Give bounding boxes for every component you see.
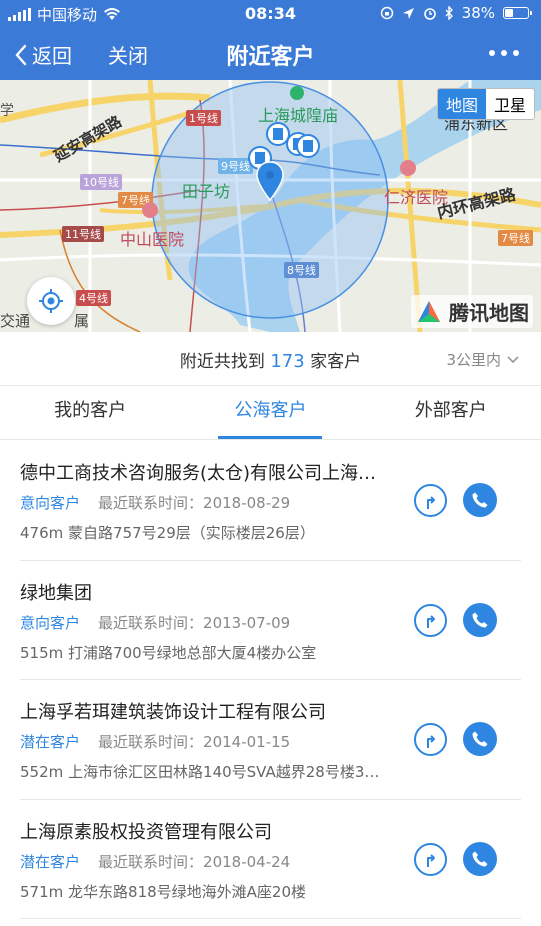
more-icon[interactable] [489,50,519,56]
back-label: 返回 [32,44,72,68]
customer-distance: 476m [20,524,64,542]
tencent-map-logo-icon [418,300,440,322]
customer-tag: 潜在客户 [20,852,81,871]
map-label-traffic: 交通 [0,312,31,330]
customer-distance: 571m [20,882,64,901]
back-button[interactable]: 返回 [14,40,72,69]
metro-badge: 10号线 [80,174,122,190]
call-button[interactable] [463,722,497,756]
list-item[interactable]: 绿地集团 意向客户 最近联系时间：2013-07-09 515m 打浦路700号绿… [20,561,521,680]
list-item[interactable]: 上海原素股权投资管理有限公司 潜在客户 最近联系时间：2018-04-24 571… [20,800,521,919]
customer-address: 上海市徐汇区田林路140号SVA越界28号楼3… [68,763,380,781]
directions-icon [426,495,435,509]
tencent-map-logo: 腾讯地图 [411,295,533,328]
list-item[interactable]: 上海孚若珥建筑装饰设计工程有限公司 潜在客户 最近联系时间：2014-01-15 … [20,680,521,800]
map-type-satellite[interactable]: 卫星 [486,89,534,119]
metro-badge: 7号线 [498,230,533,246]
app: 中国移动 08:34 38% 返回 关闭 附近客户 学 延安高架路 1号线 9号… [0,0,541,926]
phone-icon [472,612,488,627]
building-marker-icon [296,134,320,158]
map-label-zhongshan-hospital: 中山医院 [120,230,185,249]
hospital-icon [142,202,158,218]
battery-icon [503,7,532,19]
call-button[interactable] [463,483,497,517]
range-label: 3公里内 [446,351,501,369]
map-label-tianzifang: 田子坊 [182,182,231,201]
directions-icon [426,734,435,748]
call-button[interactable] [463,841,497,876]
list-item[interactable]: 德中工商技术咨询服务(太仓)有限公司上海… 意向客户 最近联系时间：2018-08… [20,441,521,561]
contact-date: 2018-04-24 [203,852,291,871]
tab-my-customers[interactable]: 我的客户 [0,386,180,439]
location-pin-icon [256,161,284,202]
call-button[interactable] [463,602,497,637]
customer-distance: 515m [20,643,64,662]
metro-badge: 8号线 [284,262,319,278]
metro-badge: 1号线 [186,110,221,126]
customer-name: 上海原素股权投资管理有限公司 [20,821,272,843]
phone-icon [472,851,488,866]
alarm-icon [423,8,436,20]
contact-label: 最近联系时间： [98,852,204,871]
location-arrow-icon [402,7,414,19]
rotation-lock-icon [380,6,393,20]
contact-date: 2018-08-29 [203,494,291,512]
customer-name: 德中工商技术咨询服务(太仓)有限公司上海… [20,463,377,484]
close-button[interactable]: 关闭 [108,40,148,69]
bluetooth-icon [445,6,453,20]
navigate-button[interactable] [414,484,447,517]
customer-name: 绿地集团 [20,582,92,604]
result-count: 173 [270,351,305,372]
chevron-left-icon [15,44,27,65]
customer-address: 打浦路700号绿地总部大厦4楼办公室 [68,643,317,662]
summary-prefix: 附近共找到 [179,352,265,372]
map-view[interactable]: 学 延安高架路 1号线 9号线 10号线 7号线 11号线 8号线 7号线 4号… [0,80,541,332]
crosshair-icon [39,289,63,313]
customer-tag: 意向客户 [20,494,81,512]
building-marker-icon [266,122,290,146]
hospital-icon [400,160,416,176]
nav-bar: 返回 关闭 附近客户 [0,28,541,80]
contact-date: 2014-01-15 [203,733,291,751]
metro-badge: 11号线 [62,226,104,242]
customer-tag: 潜在客户 [20,733,81,751]
customer-name: 上海孚若珥建筑装饰设计工程有限公司 [20,702,326,723]
map-type-toggle: 地图 卫星 [436,88,535,120]
phone-icon [472,492,488,508]
customer-tabs: 我的客户 公海客户 外部客户 [0,386,541,440]
poi-icon [290,86,304,100]
battery-percent: 38% [461,4,495,22]
directions-icon [426,854,435,867]
map-type-map[interactable]: 地图 [437,89,486,119]
navigate-button[interactable] [414,723,447,756]
customer-address: 龙华东路818号绿地海外滩A座20楼 [68,882,307,901]
directions-icon [426,615,435,628]
brand-label: 腾讯地图 [449,301,529,325]
tab-public-customers[interactable]: 公海客户 [180,386,360,439]
header: 中国移动 08:34 38% 返回 关闭 附近客户 [0,0,541,80]
contact-label: 最近联系时间： [98,613,204,632]
summary-suffix: 家客户 [310,352,362,372]
tab-external-customers[interactable]: 外部客户 [361,386,541,439]
status-bar: 中国移动 08:34 38% [0,0,541,28]
chevron-down-icon [507,355,519,363]
map-label: 学 [0,103,14,119]
navigate-button[interactable] [414,842,447,876]
page-title: 附近客户 [226,45,315,70]
contact-label: 最近联系时间： [98,733,204,751]
contact-label: 最近联系时间： [98,494,204,512]
navigate-button[interactable] [414,603,447,637]
contact-date: 2013-07-09 [203,613,291,632]
customer-tag: 意向客户 [20,613,81,632]
range-dropdown[interactable]: 3公里内 [446,349,519,370]
locate-me-button[interactable] [27,277,75,325]
metro-badge: 4号线 [76,290,111,306]
map-label: 属 [74,312,90,330]
phone-icon [472,731,488,747]
customer-distance: 552m [20,763,64,781]
customer-list: 德中工商技术咨询服务(太仓)有限公司上海… 意向客户 最近联系时间：2018-08… [0,441,541,919]
results-summary: 附近共找到 173 家客户 3公里内 [0,332,541,386]
customer-address: 蒙自路757号29层（实际楼层26层） [68,524,315,542]
